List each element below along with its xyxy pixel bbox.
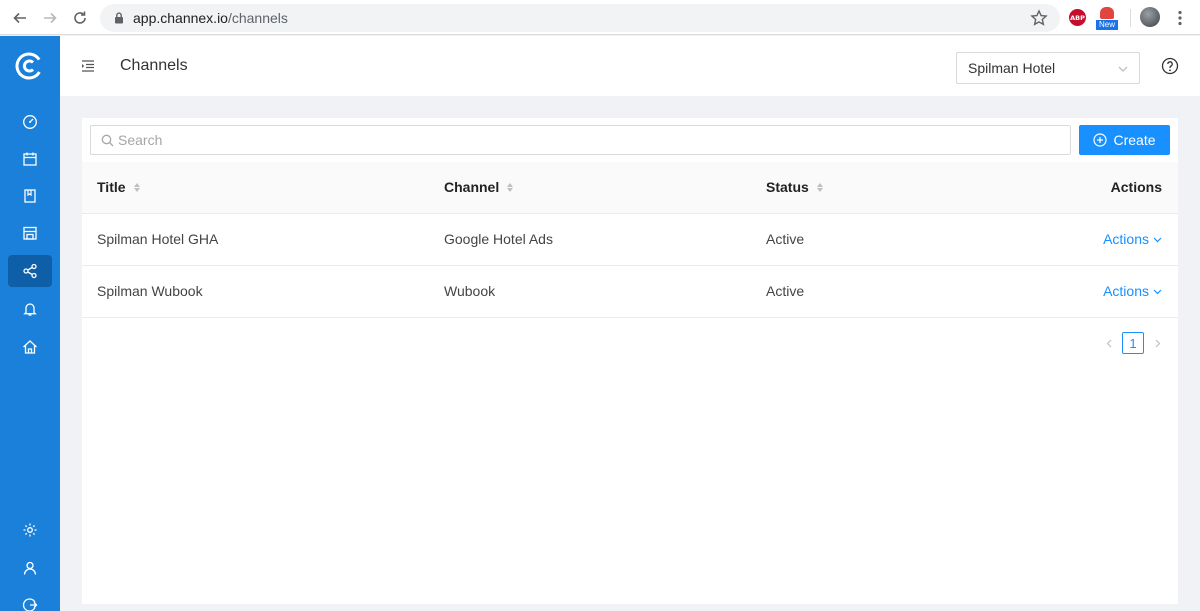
channels-card: Create Title Channel Status Actions Spil… — [82, 118, 1178, 604]
address-bar[interactable]: app.channex.io/channels — [100, 4, 1060, 32]
url-path: /channels — [227, 10, 288, 26]
extension-logo — [1100, 7, 1114, 19]
adblock-label: ABP — [1070, 13, 1085, 22]
column-header-actions: Actions — [1111, 179, 1162, 195]
channex-logo-icon[interactable] — [13, 50, 45, 82]
column-header-channel[interactable]: Channel — [444, 179, 514, 195]
sidebar-item-store[interactable] — [8, 217, 52, 249]
profile-avatar[interactable] — [1140, 7, 1160, 27]
browser-toolbar: app.channex.io/channels ABP New — [0, 0, 1200, 35]
cell-title: Spilman Hotel GHA — [97, 231, 219, 247]
star-icon[interactable] — [1030, 9, 1048, 27]
sidebar-item-dashboard[interactable] — [8, 106, 52, 138]
sidebar-item-calendar[interactable] — [8, 143, 52, 175]
help-icon[interactable] — [1161, 57, 1179, 75]
page-title: Channels — [120, 57, 188, 74]
table-row[interactable]: Spilman Wubook Wubook Active Actions — [82, 266, 1178, 318]
create-button[interactable]: Create — [1079, 125, 1170, 155]
bookmark-icon — [24, 189, 36, 203]
bell-icon — [23, 303, 37, 316]
user-icon — [23, 561, 37, 575]
actions-label: Actions — [1103, 283, 1149, 299]
lock-icon — [115, 12, 123, 24]
arrow-left-icon — [13, 12, 26, 24]
logout-icon — [22, 598, 38, 611]
row-actions-dropdown[interactable]: Actions — [1103, 283, 1162, 299]
share-icon — [23, 263, 37, 279]
plus-circle-icon — [1093, 133, 1108, 147]
sort-icon — [133, 182, 140, 192]
forward-button[interactable] — [39, 7, 61, 29]
url-text: app.channex.io/channels — [133, 10, 288, 26]
chevron-down-icon — [1118, 66, 1128, 72]
search-box — [90, 125, 1071, 155]
reload-icon — [74, 11, 86, 24]
property-select[interactable]: Spilman Hotel — [956, 52, 1140, 84]
table-row[interactable]: Spilman Hotel GHA Google Hotel Ads Activ… — [82, 214, 1178, 266]
prev-page-button[interactable] — [1100, 332, 1118, 354]
chevron-left-icon — [1106, 339, 1111, 347]
column-header-title[interactable]: Title — [97, 179, 140, 195]
sidebar — [0, 36, 60, 611]
column-header-status[interactable]: Status — [766, 179, 823, 195]
actions-label: Actions — [1103, 231, 1149, 247]
url-domain: app.channex.io — [133, 10, 228, 26]
column-label: Title — [97, 179, 126, 195]
sidebar-item-settings[interactable] — [8, 514, 52, 546]
page-number-current[interactable]: 1 — [1122, 332, 1144, 354]
cell-title: Spilman Wubook — [97, 283, 203, 299]
toolbar-divider — [1130, 9, 1131, 27]
adblock-extension-icon[interactable]: ABP — [1069, 9, 1086, 26]
sidebar-item-logout[interactable] — [8, 589, 52, 611]
row-actions-dropdown[interactable]: Actions — [1103, 231, 1162, 247]
arrow-right-icon — [44, 12, 57, 24]
gear-icon — [23, 523, 37, 537]
column-label: Status — [766, 179, 809, 195]
sidebar-item-bookings[interactable] — [8, 180, 52, 212]
chevron-down-icon — [1153, 237, 1162, 242]
back-button[interactable] — [9, 7, 31, 29]
cell-channel: Google Hotel Ads — [444, 231, 553, 247]
chevron-right-icon — [1155, 339, 1160, 347]
table-header: Title Channel Status Actions — [82, 162, 1178, 214]
dashboard-icon — [23, 115, 37, 129]
sidebar-item-notifications[interactable] — [8, 293, 52, 325]
reload-button[interactable] — [69, 7, 91, 29]
sidebar-item-profile[interactable] — [8, 552, 52, 584]
calendar-icon — [23, 152, 37, 166]
new-badge: New — [1096, 20, 1118, 30]
sidebar-item-channels[interactable] — [8, 255, 52, 287]
home-icon — [23, 340, 37, 354]
menu-fold-icon[interactable] — [80, 58, 96, 74]
sort-icon — [507, 182, 514, 192]
cell-status: Active — [766, 231, 805, 247]
search-input[interactable] — [118, 130, 1058, 150]
pagination: 1 — [1100, 332, 1166, 354]
create-button-label: Create — [1113, 132, 1156, 148]
page-header: Channels Spilman Hotel — [60, 36, 1200, 96]
sort-icon — [816, 182, 823, 192]
column-label: Actions — [1110, 179, 1162, 195]
cell-status: Active — [766, 283, 805, 299]
property-select-value: Spilman Hotel — [968, 60, 1056, 76]
extension-icon[interactable]: New — [1096, 7, 1118, 31]
search-icon — [101, 134, 114, 147]
store-icon — [23, 226, 37, 240]
chevron-down-icon — [1153, 289, 1162, 294]
next-page-button[interactable] — [1148, 332, 1166, 354]
cell-channel: Wubook — [444, 283, 496, 299]
column-label: Channel — [444, 179, 500, 195]
more-vertical-icon — [1178, 10, 1182, 26]
sidebar-item-properties[interactable] — [8, 331, 52, 363]
browser-menu-button[interactable] — [1172, 9, 1188, 27]
